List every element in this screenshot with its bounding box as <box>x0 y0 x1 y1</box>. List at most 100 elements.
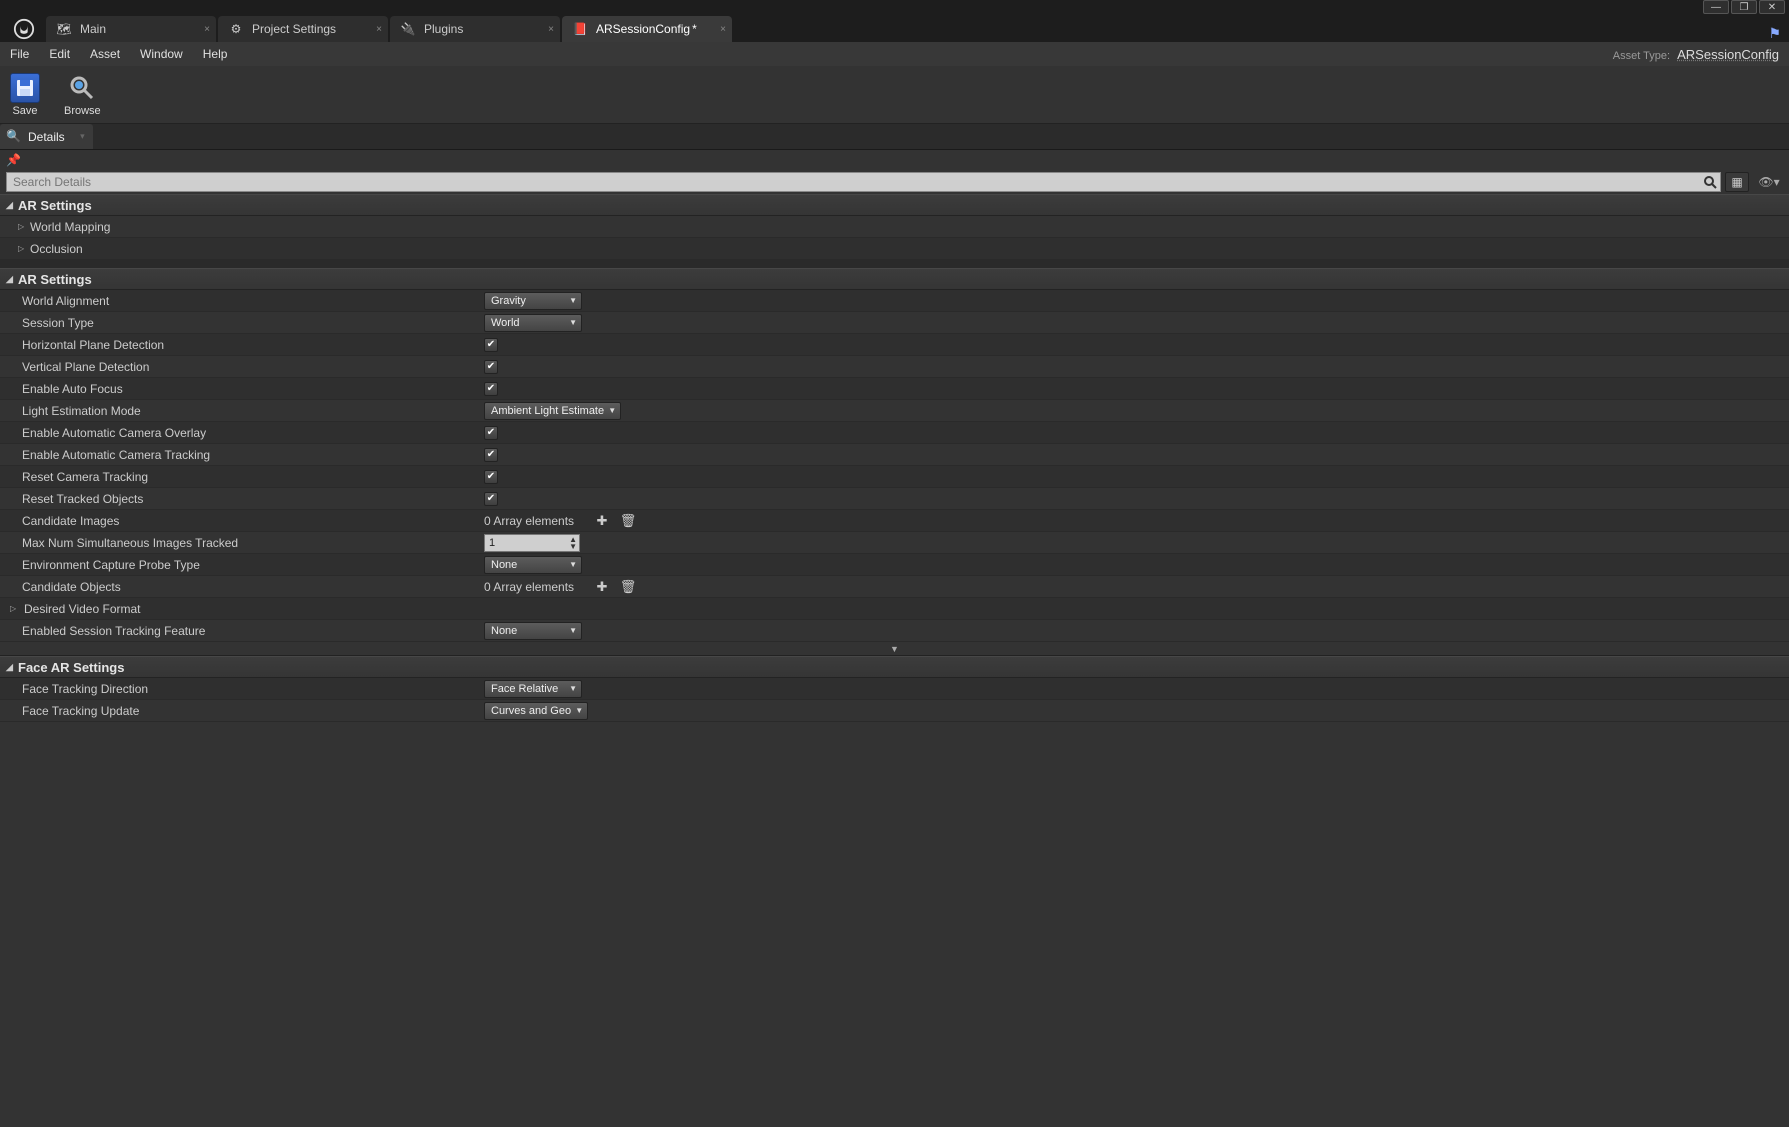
browse-label: Browse <box>64 105 101 117</box>
asset-icon: 📕 <box>572 21 588 37</box>
prop-desired-video-format[interactable]: ▷ Desired Video Format <box>0 598 1789 620</box>
camera-tracking-checkbox[interactable] <box>484 448 498 462</box>
menu-window[interactable]: Window <box>140 47 183 61</box>
tab-main[interactable]: 🗺 Main × <box>46 16 216 42</box>
tab-label: Project Settings <box>252 22 336 36</box>
property-label: Enable Auto Focus <box>22 382 123 396</box>
tab-label: Plugins <box>424 22 463 36</box>
property-label: Candidate Objects <box>22 580 121 594</box>
window-minimize-button[interactable]: — <box>1703 0 1729 14</box>
category-title: Face AR Settings <box>18 660 124 675</box>
tab-label: Main <box>80 22 106 36</box>
prop-enable-auto-focus: Enable Auto Focus <box>0 378 1789 400</box>
session-tracking-feature-dropdown[interactable]: None <box>484 622 582 640</box>
menu-bar: File Edit Asset Window Help Asset Type: … <box>0 42 1789 66</box>
auto-focus-checkbox[interactable] <box>484 382 498 396</box>
subcategory-world-mapping[interactable]: ▷ World Mapping <box>0 216 1789 238</box>
category-ar-settings: ◢ AR Settings World Alignment Gravity Se… <box>0 268 1789 656</box>
menu-file[interactable]: File <box>10 47 29 61</box>
array-count-text: 0 Array elements <box>484 580 584 594</box>
plug-icon: 🔌 <box>400 21 416 37</box>
browse-button[interactable]: Browse <box>64 73 101 117</box>
prop-reset-camera-tracking: Reset Camera Tracking <box>0 466 1789 488</box>
property-label: Desired Video Format <box>24 602 141 616</box>
face-tracking-update-dropdown[interactable]: Curves and Geo <box>484 702 588 720</box>
view-options-button[interactable]: 👁▾ <box>1755 172 1783 192</box>
window-maximize-button[interactable]: ❐ <box>1731 0 1757 14</box>
asset-toolbar: Save Browse <box>0 66 1789 124</box>
category-ar-settings-top: ◢ AR Settings ▷ World Mapping ▷ Occlusio… <box>0 194 1789 260</box>
tab-project-settings[interactable]: ⚙ Project Settings × <box>218 16 388 42</box>
expand-icon: ◢ <box>6 662 18 673</box>
face-tracking-direction-dropdown[interactable]: Face Relative <box>484 680 582 698</box>
prop-enable-automatic-camera-overlay: Enable Automatic Camera Overlay <box>0 422 1789 444</box>
expand-icon: ▷ <box>18 222 30 231</box>
gear-icon: ⚙ <box>228 21 244 37</box>
tab-close-icon[interactable]: × <box>720 24 726 35</box>
tab-plugins[interactable]: 🔌 Plugins × <box>390 16 560 42</box>
property-label: Vertical Plane Detection <box>22 360 149 374</box>
property-label: Candidate Images <box>22 514 119 528</box>
prop-reset-tracked-objects: Reset Tracked Objects <box>0 488 1789 510</box>
property-label: Environment Capture Probe Type <box>22 558 200 572</box>
subcategory-occlusion[interactable]: ▷ Occlusion <box>0 238 1789 260</box>
prop-horizontal-plane-detection: Horizontal Plane Detection <box>0 334 1789 356</box>
tab-menu-icon[interactable]: ▾ <box>80 131 85 142</box>
session-type-dropdown[interactable]: World <box>484 314 582 332</box>
array-add-button[interactable]: ✚ <box>594 513 610 529</box>
expand-icon: ◢ <box>6 274 18 285</box>
property-label: Session Type <box>22 316 94 330</box>
prop-enabled-session-tracking-feature: Enabled Session Tracking Feature None <box>0 620 1789 642</box>
property-label: Reset Camera Tracking <box>22 470 148 484</box>
world-alignment-dropdown[interactable]: Gravity <box>484 292 582 310</box>
modified-indicator: * <box>692 22 697 36</box>
max-images-spinbox[interactable]: 1 ▲▼ <box>484 534 580 552</box>
asset-type-label: Asset Type: ARSessionConfig <box>1613 47 1779 62</box>
array-add-button[interactable]: ✚ <box>594 579 610 595</box>
tab-close-icon[interactable]: × <box>548 24 554 35</box>
array-clear-button[interactable]: 🗑 <box>620 579 636 595</box>
source-control-icon[interactable]: ⚑ <box>1760 25 1789 42</box>
search-icon[interactable] <box>1701 173 1719 191</box>
search-details-input[interactable] <box>6 172 1721 192</box>
reset-camera-checkbox[interactable] <box>484 470 498 484</box>
pin-icon[interactable]: 📌 <box>6 153 21 167</box>
array-clear-button[interactable]: 🗑 <box>620 513 636 529</box>
property-matrix-button[interactable]: ▦ <box>1725 172 1749 192</box>
chevron-down-icon: ▼ <box>890 644 899 654</box>
menu-help[interactable]: Help <box>203 47 228 61</box>
property-label: Enable Automatic Camera Overlay <box>22 426 206 440</box>
details-tab[interactable]: 🔍 Details ▾ <box>0 124 93 149</box>
env-probe-dropdown[interactable]: None <box>484 556 582 574</box>
reset-tracked-objects-checkbox[interactable] <box>484 492 498 506</box>
save-button[interactable]: Save <box>10 73 40 117</box>
category-header-face-ar[interactable]: ◢ Face AR Settings <box>0 656 1789 678</box>
prop-max-num-simultaneous-images-tracked: Max Num Simultaneous Images Tracked 1 ▲▼ <box>0 532 1789 554</box>
prop-face-tracking-direction: Face Tracking Direction Face Relative <box>0 678 1789 700</box>
horizontal-plane-checkbox[interactable] <box>484 338 498 352</box>
category-header-ar-settings[interactable]: ◢ AR Settings <box>0 194 1789 216</box>
eye-icon: 👁▾ <box>1758 175 1779 189</box>
tab-close-icon[interactable]: × <box>376 24 382 35</box>
menu-asset[interactable]: Asset <box>90 47 120 61</box>
editor-tab-strip: 🗺 Main × ⚙ Project Settings × 🔌 Plugins … <box>0 16 1789 42</box>
vertical-plane-checkbox[interactable] <box>484 360 498 374</box>
tab-arsessionconfig[interactable]: 📕 ARSessionConfig* × <box>562 16 732 42</box>
level-icon: 🗺 <box>56 21 72 37</box>
light-estimation-dropdown[interactable]: Ambient Light Estimate <box>484 402 621 420</box>
camera-overlay-checkbox[interactable] <box>484 426 498 440</box>
advanced-expander[interactable]: ▼ <box>0 642 1789 656</box>
expand-icon: ▷ <box>10 604 20 613</box>
category-title: AR Settings <box>18 198 92 213</box>
spinner-icon: ▲▼ <box>569 536 577 550</box>
tab-label: ARSessionConfig <box>596 22 690 36</box>
details-panel: ◢ AR Settings ▷ World Mapping ▷ Occlusio… <box>0 194 1789 1127</box>
minimize-icon: — <box>1711 2 1721 13</box>
menu-edit[interactable]: Edit <box>49 47 70 61</box>
window-close-button[interactable]: ✕ <box>1759 0 1785 14</box>
tab-close-icon[interactable]: × <box>204 24 210 35</box>
pin-row: 📌 <box>0 150 1789 170</box>
category-title: AR Settings <box>18 272 92 287</box>
category-header-ar-settings-2[interactable]: ◢ AR Settings <box>0 268 1789 290</box>
property-label: Enable Automatic Camera Tracking <box>22 448 210 462</box>
